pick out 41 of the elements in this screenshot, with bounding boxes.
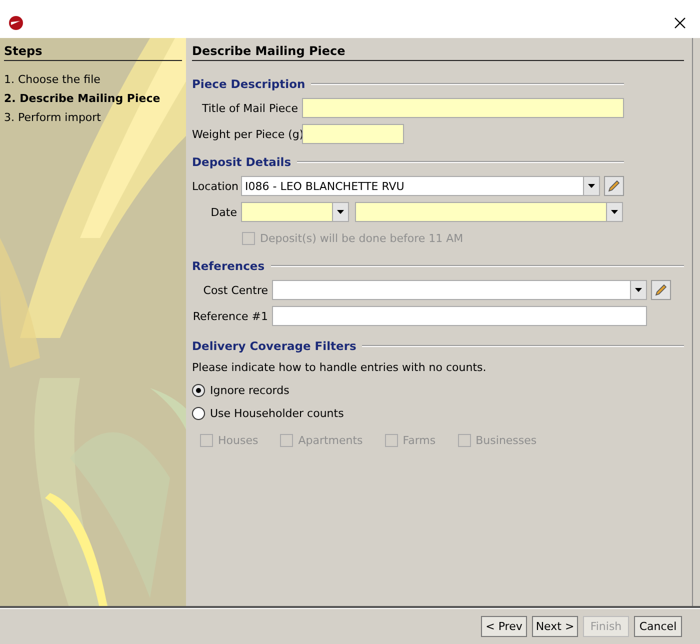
date-dropdown[interactable] [241, 202, 349, 222]
location-dropdown[interactable]: I086 - LEO BLANCHETTE RVU [241, 176, 600, 196]
caret-icon [588, 184, 595, 188]
section-title: Deposit Details [192, 155, 292, 169]
section-title: Delivery Coverage Filters [192, 339, 356, 353]
radio-button[interactable]: Use Householder counts [192, 406, 344, 420]
radio-button[interactable]: Ignore records [192, 384, 290, 396]
step-item: 3. Perform import [4, 111, 102, 126]
pencil-icon [607, 179, 621, 193]
pencil-icon [654, 283, 668, 297]
time-dropdown[interactable] [355, 202, 623, 222]
field-label: Reference #1 [192, 310, 269, 322]
checkbox: Businesses [458, 434, 537, 447]
app-logo-icon [8, 15, 24, 31]
caret-icon [635, 288, 642, 292]
input-field[interactable] [302, 98, 624, 118]
section-title: Piece Description [192, 77, 306, 91]
wizard-button[interactable]: Cancel [634, 616, 682, 637]
wizard-button[interactable]: < Prev [481, 616, 527, 637]
input-field[interactable] [302, 124, 404, 144]
steps-heading: Steps [4, 44, 182, 61]
caret-icon [337, 210, 344, 214]
checkbox: Houses [200, 434, 258, 447]
page-title: Describe Mailing Piece [192, 44, 684, 61]
checkbox: Farms [384, 434, 436, 447]
caret-icon [611, 210, 618, 214]
instruction-text: Please indicate how to handle entries with no counts. [192, 361, 488, 374]
step-item: 1. Choose the file [4, 73, 102, 88]
close-icon [674, 17, 686, 29]
input-field[interactable] [272, 306, 647, 326]
field-label: Cost Centre [202, 284, 269, 296]
checkbox: Apartments [280, 434, 363, 447]
step-item: 2. Describe Mailing Piece [4, 92, 162, 107]
edit-button[interactable] [604, 176, 624, 196]
field-label: Date [210, 206, 238, 218]
wizard-button[interactable]: Next > [532, 616, 578, 637]
field-label: Title of Mail Piece [200, 102, 299, 114]
checkbox: Deposit(s) will be done before 11 AM [242, 232, 464, 244]
section-title: References [192, 259, 265, 273]
edit-button[interactable] [651, 280, 671, 300]
field-label: Location [192, 180, 240, 192]
